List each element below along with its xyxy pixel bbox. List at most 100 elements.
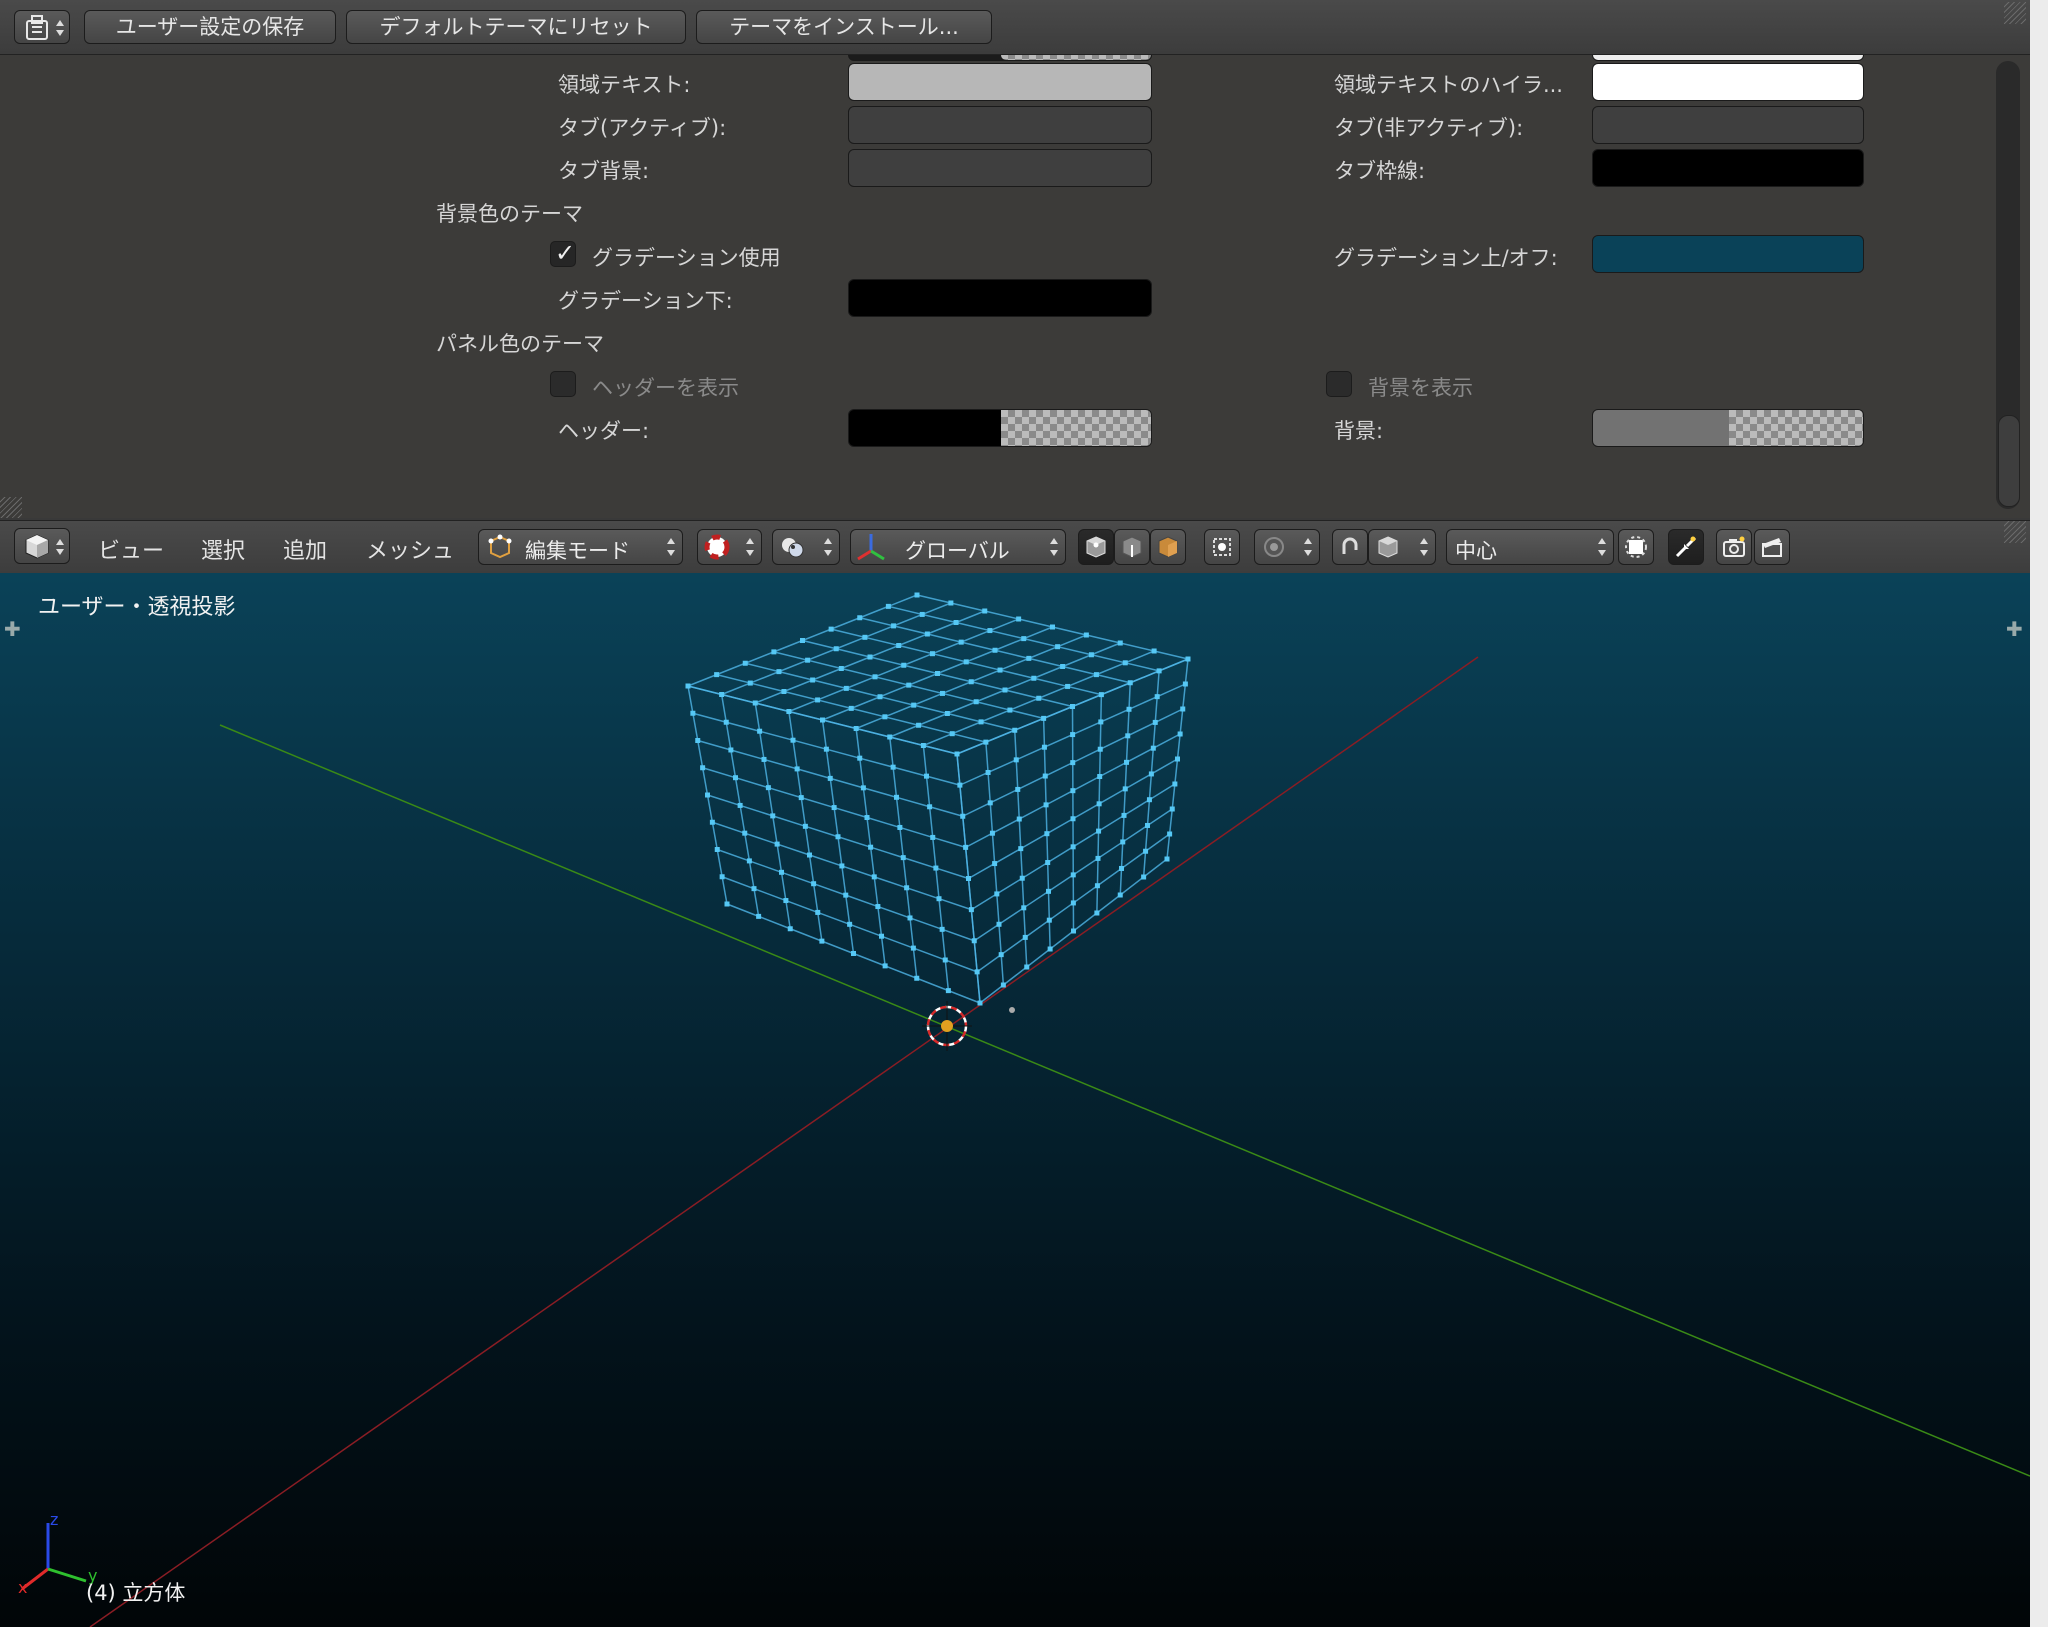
mesh-edge[interactable] [716, 662, 746, 676]
mesh-vertex[interactable] [957, 782, 963, 788]
mesh-edge[interactable] [802, 639, 837, 650]
mesh-edge[interactable] [1097, 831, 1100, 859]
mesh-edge[interactable] [750, 670, 780, 684]
mesh-edge[interactable] [687, 685, 722, 696]
mesh-edge[interactable] [855, 727, 890, 738]
mesh-vertex[interactable] [1044, 831, 1050, 837]
mesh-vertex[interactable] [800, 638, 805, 643]
mesh-vertex[interactable] [1065, 683, 1071, 689]
mesh-edge[interactable] [884, 965, 918, 979]
use-gradient-checkbox[interactable]: ✓ [550, 239, 576, 267]
mesh-edge[interactable] [763, 758, 798, 770]
mesh-edge[interactable] [1126, 747, 1154, 764]
mesh-edge[interactable] [788, 710, 823, 721]
mesh-edge[interactable] [851, 707, 886, 718]
mesh-edge[interactable] [1151, 758, 1178, 775]
mesh-edge[interactable] [959, 785, 964, 817]
mesh-edge[interactable] [1154, 696, 1158, 723]
mesh-vertex[interactable] [810, 677, 816, 683]
mesh-vertex[interactable] [1088, 652, 1094, 658]
mesh-edge[interactable] [712, 821, 745, 834]
mesh-vertex[interactable] [833, 646, 839, 652]
mesh-edge[interactable] [1048, 874, 1074, 892]
mesh-vertex[interactable] [998, 952, 1004, 958]
mesh-vertex[interactable] [798, 795, 804, 801]
mesh-edge[interactable] [960, 629, 991, 643]
mesh-vertex[interactable] [997, 667, 1003, 673]
mesh-vertex[interactable] [815, 697, 821, 703]
mesh-vertex[interactable] [839, 863, 845, 869]
mesh-vertex[interactable] [746, 858, 752, 864]
mesh-vertex[interactable] [989, 830, 995, 836]
mesh-edge[interactable] [1023, 637, 1058, 648]
mesh-vertex[interactable] [954, 751, 960, 757]
tab-active-color[interactable] [848, 106, 1152, 144]
mesh-edge[interactable] [697, 740, 704, 768]
mesh-edge[interactable] [994, 847, 1022, 865]
mesh-edge[interactable] [1124, 773, 1152, 790]
mesh-edge[interactable] [929, 806, 963, 817]
mesh-vertex[interactable] [1083, 632, 1089, 638]
mesh-edge[interactable] [899, 826, 933, 839]
mesh-vertex[interactable] [994, 891, 1000, 897]
mesh-edge[interactable] [711, 822, 718, 850]
mesh-vertex[interactable] [867, 654, 873, 660]
tab-back-color[interactable] [848, 149, 1152, 187]
mesh-edge[interactable] [999, 657, 1030, 671]
mesh-vertex[interactable] [963, 844, 969, 850]
mesh-vertex[interactable] [1148, 771, 1154, 777]
mesh-edge[interactable] [880, 936, 886, 966]
mesh-edge[interactable] [841, 865, 847, 896]
mesh-edge[interactable] [739, 804, 773, 817]
mesh-edge[interactable] [759, 730, 794, 741]
mesh-edge[interactable] [780, 872, 787, 901]
mesh-vertex[interactable] [1070, 788, 1076, 794]
mesh-vertex[interactable] [992, 861, 998, 867]
mesh-edge[interactable] [1124, 762, 1128, 789]
mesh-edge[interactable] [817, 687, 847, 701]
mesh-edge[interactable] [692, 712, 727, 723]
mesh-vertex[interactable] [1098, 719, 1104, 725]
mesh-vertex[interactable] [724, 901, 730, 907]
mesh-vertex[interactable] [907, 915, 913, 921]
mesh-edge[interactable] [952, 732, 987, 743]
snap-element-dropdown[interactable] [1368, 529, 1436, 565]
mesh-vertex[interactable] [992, 647, 998, 653]
mesh-edge[interactable] [984, 610, 1019, 620]
mesh-edge[interactable] [889, 736, 894, 768]
mesh-edge[interactable] [884, 716, 919, 726]
mesh-edge[interactable] [1168, 808, 1173, 835]
mesh-edge[interactable] [800, 797, 807, 827]
mesh-edge[interactable] [1046, 818, 1074, 835]
mesh-edge[interactable] [1033, 677, 1068, 688]
mesh-vertex[interactable] [1070, 760, 1076, 766]
select-menu[interactable]: 選択 [201, 533, 245, 565]
mesh-edge[interactable] [1091, 642, 1121, 656]
mesh-vertex[interactable] [1071, 928, 1076, 934]
mesh-vertex[interactable] [1036, 695, 1042, 701]
mesh-vertex[interactable] [1060, 664, 1066, 669]
mesh-vertex[interactable] [1070, 844, 1076, 850]
mesh-edge[interactable] [976, 701, 1011, 711]
mesh-edge[interactable] [849, 923, 882, 937]
mesh-edge[interactable] [888, 605, 923, 616]
mesh-edge[interactable] [1021, 861, 1049, 879]
mesh-vertex[interactable] [823, 746, 829, 752]
add-menu[interactable]: 追加 [283, 533, 327, 565]
mesh-edge[interactable] [944, 959, 950, 991]
mesh-vertex[interactable] [953, 620, 959, 625]
mesh-edge[interactable] [1052, 626, 1087, 636]
mesh-vertex[interactable] [1141, 874, 1147, 880]
mesh-edge[interactable] [1098, 776, 1101, 804]
mesh-vertex[interactable] [737, 802, 743, 808]
mesh-edge[interactable] [916, 977, 949, 992]
mesh-edge[interactable] [772, 815, 778, 845]
mesh-vertex[interactable] [971, 938, 977, 944]
mesh-edge[interactable] [906, 887, 940, 900]
mesh-vertex[interactable] [977, 1000, 983, 1006]
mesh-edge[interactable] [938, 898, 943, 930]
mesh-edge[interactable] [926, 775, 961, 786]
mesh-vertex[interactable] [805, 657, 811, 663]
mesh-vertex[interactable] [879, 933, 884, 939]
mesh-vertex[interactable] [1097, 746, 1103, 752]
